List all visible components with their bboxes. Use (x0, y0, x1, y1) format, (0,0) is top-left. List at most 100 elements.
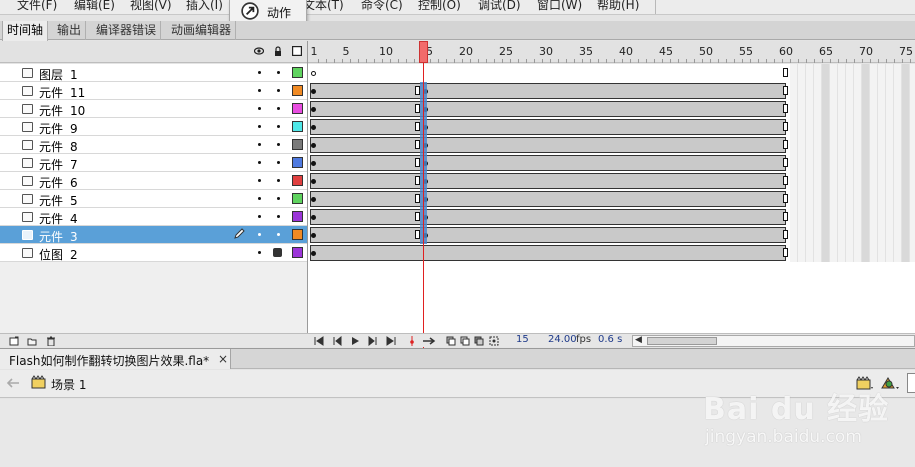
layer-outline-color[interactable] (292, 175, 303, 186)
tab-compiler-errors[interactable]: 编译器错误 (92, 21, 162, 40)
first-frame-icon[interactable] (314, 336, 324, 346)
keyframe[interactable] (311, 179, 316, 184)
layer-lock-toggle[interactable] (277, 143, 280, 146)
menu-debug[interactable]: 调试(D) (478, 0, 521, 13)
layer-lock-toggle[interactable] (277, 197, 280, 200)
layer-name[interactable]: 元件 3 (39, 228, 78, 245)
layer-name[interactable]: 元件 10 (39, 102, 85, 119)
tab-motion-editor[interactable]: 动画编辑器 (167, 21, 237, 40)
center-frame-icon[interactable] (407, 336, 417, 346)
layer-outline-color[interactable] (292, 157, 303, 168)
menu-insert[interactable]: 插入(I) (186, 0, 223, 13)
menu-commands[interactable]: 命令(C) (361, 0, 403, 13)
layer-lock-toggle[interactable] (277, 107, 280, 110)
layer-name[interactable]: 图层 1 (39, 66, 78, 83)
layer-visibility-toggle[interactable] (258, 179, 261, 182)
empty-keyframe[interactable] (311, 71, 316, 76)
fps-readout[interactable]: 24.00 (548, 334, 577, 345)
close-icon[interactable]: × (218, 352, 228, 366)
layer-name[interactable]: 元件 8 (39, 138, 78, 155)
keyframe[interactable] (311, 161, 316, 166)
onion-outline-icon[interactable] (460, 336, 470, 346)
outline-all-icon[interactable] (292, 46, 302, 56)
edit-multiple-frames-icon[interactable] (474, 336, 484, 346)
last-frame-icon[interactable] (386, 336, 396, 346)
scroll-left-icon[interactable]: ◀ (635, 335, 642, 345)
menu-text[interactable]: 文本(T) (303, 0, 344, 13)
layer-row[interactable]: 元件 5 (0, 190, 307, 208)
tab-timeline[interactable]: 时间轴 (2, 21, 49, 41)
layer-name[interactable]: 元件 7 (39, 156, 78, 173)
keyframe[interactable] (311, 107, 316, 112)
prev-frame-icon[interactable] (332, 336, 342, 346)
frame-ruler[interactable]: 151015202530354045505560657075 (308, 41, 915, 63)
layer-lock-toggle[interactable] (277, 215, 280, 218)
layer-row[interactable]: 元件 3 (0, 226, 307, 244)
layer-row[interactable]: 元件 4 (0, 208, 307, 226)
keyframe[interactable] (311, 89, 316, 94)
layer-outline-color[interactable] (292, 193, 303, 204)
layer-row[interactable]: 元件 7 (0, 154, 307, 172)
layer-outline-color[interactable] (292, 247, 303, 258)
layer-row[interactable]: 图层 1 (0, 64, 307, 82)
layer-lock-toggle[interactable] (277, 89, 280, 92)
layer-visibility-toggle[interactable] (258, 107, 261, 110)
new-folder-icon[interactable] (27, 336, 37, 346)
layer-outline-color[interactable] (292, 229, 303, 240)
layer-visibility-toggle[interactable] (258, 71, 261, 74)
delete-layer-icon[interactable] (46, 336, 56, 346)
menu-edit[interactable]: 编辑(E) (74, 0, 115, 13)
current-frame-readout[interactable]: 15 (516, 334, 529, 345)
layer-name[interactable]: 位图 2 (39, 246, 78, 263)
keyframe[interactable] (311, 233, 316, 238)
layer-lock-toggle[interactable] (277, 125, 280, 128)
layer-visibility-toggle[interactable] (258, 89, 261, 92)
keyframe[interactable] (311, 125, 316, 130)
layer-outline-color[interactable] (292, 85, 303, 96)
menu-help[interactable]: 帮助(H) (597, 0, 639, 13)
layer-outline-color[interactable] (292, 103, 303, 114)
keyframe[interactable] (311, 143, 316, 148)
layer-name[interactable]: 元件 9 (39, 120, 78, 137)
keyframe[interactable] (311, 251, 316, 256)
next-frame-icon[interactable] (368, 336, 378, 346)
layer-visibility-toggle[interactable] (258, 161, 261, 164)
tab-output[interactable]: 输出 (53, 21, 87, 40)
lock-all-icon[interactable] (273, 46, 283, 56)
zoom-field[interactable] (907, 373, 915, 393)
layer-row[interactable]: 元件 11 (0, 82, 307, 100)
menu-control[interactable]: 控制(O) (418, 0, 461, 13)
horizontal-scrollbar[interactable]: ◀ (632, 335, 915, 347)
keyframe[interactable] (311, 197, 316, 202)
scrollbar-thumb[interactable] (647, 337, 717, 345)
layer-visibility-toggle[interactable] (258, 125, 261, 128)
layer-name[interactable]: 元件 6 (39, 174, 78, 191)
layer-outline-color[interactable] (292, 121, 303, 132)
layer-lock-toggle[interactable] (277, 161, 280, 164)
layer-visibility-toggle[interactable] (258, 251, 261, 254)
lock-icon[interactable] (273, 248, 282, 257)
layer-outline-color[interactable] (292, 139, 303, 150)
modify-onion-markers-icon[interactable] (489, 336, 499, 346)
layer-visibility-toggle[interactable] (258, 197, 261, 200)
eye-icon[interactable] (254, 46, 264, 56)
layer-name[interactable]: 元件 5 (39, 192, 78, 209)
layer-row[interactable]: 元件 6 (0, 172, 307, 190)
layer-row[interactable]: 元件 8 (0, 136, 307, 154)
layer-name[interactable]: 元件 11 (39, 84, 85, 101)
scene-label[interactable]: 场景 1 (51, 376, 86, 393)
elapsed-time-readout[interactable]: 0.6 s (598, 334, 622, 345)
layer-lock-toggle[interactable] (277, 179, 280, 182)
layer-visibility-toggle[interactable] (258, 143, 261, 146)
layer-outline-color[interactable] (292, 211, 303, 222)
menu-file[interactable]: 文件(F) (17, 0, 57, 13)
layer-row[interactable]: 元件 9 (0, 118, 307, 136)
frames-grid[interactable] (308, 64, 915, 333)
onion-skin-icon[interactable] (446, 336, 456, 346)
layer-row[interactable]: 位图 2 (0, 244, 307, 262)
layer-row[interactable]: 元件 10 (0, 100, 307, 118)
play-icon[interactable] (350, 336, 360, 346)
menu-window[interactable]: 窗口(W) (537, 0, 582, 13)
layer-lock-toggle[interactable] (277, 233, 280, 236)
document-tab[interactable]: Flash如何制作翻转切换图片效果.fla* × (0, 349, 231, 369)
